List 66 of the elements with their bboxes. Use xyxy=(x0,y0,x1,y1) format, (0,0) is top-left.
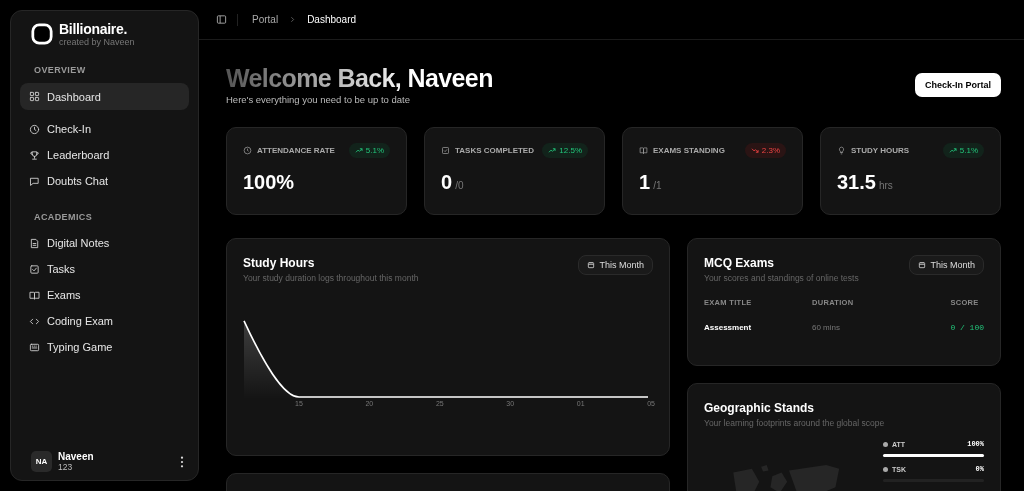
chat-icon xyxy=(29,175,40,187)
card-title: Study Hours xyxy=(243,256,316,270)
card-title: MCQ Exams xyxy=(704,256,776,270)
nav-item[interactable]: Digital Notes xyxy=(20,230,189,256)
stat-value: 0 xyxy=(441,171,453,194)
card-subtitle: Your study duration logs throughout this month xyxy=(243,273,419,283)
trend-badge: 2.3% xyxy=(744,143,786,158)
nav-item[interactable]: Exams xyxy=(20,282,189,308)
month-filter-button[interactable]: This Month xyxy=(578,255,653,275)
stat-value: 31.5 xyxy=(837,171,876,194)
trend-badge: 5.1% xyxy=(348,143,390,158)
breadcrumb-link[interactable]: Portal xyxy=(252,14,279,25)
trophy-icon xyxy=(29,149,40,161)
stat-unit: /0 xyxy=(455,180,464,191)
book-icon xyxy=(639,146,648,155)
section-heading: OVERVIEW xyxy=(33,65,87,75)
more-icon[interactable] xyxy=(180,455,184,468)
grid-icon xyxy=(29,91,40,102)
calendar-icon xyxy=(587,261,596,269)
stat-value: 100% xyxy=(243,171,295,194)
welcome-subtitle: Here's everything you need to be up to date xyxy=(226,94,412,105)
brand-tagline: created by Naveen xyxy=(59,37,135,47)
nav-item[interactable]: Coding Exam xyxy=(20,308,189,334)
clock-icon xyxy=(243,146,252,155)
stat-value: 1 xyxy=(639,171,651,194)
nav-item[interactable]: Tasks xyxy=(20,256,189,282)
stat-label: STUDY HOURS xyxy=(851,146,911,155)
stat-label: EXAMS STANDING xyxy=(653,146,726,155)
bullet-icon xyxy=(883,466,888,472)
user-name: Naveen xyxy=(58,451,95,462)
trend-badge: 12.5% xyxy=(542,143,588,158)
section-heading: ACADEMICS xyxy=(33,212,94,222)
stat-unit: hrs xyxy=(878,180,893,191)
month-filter-button[interactable]: This Month xyxy=(909,255,984,275)
nav-item[interactable]: Check-In xyxy=(20,116,189,142)
sidebar-toggle-icon[interactable] xyxy=(216,14,227,25)
nav-item[interactable]: Doubts Chat xyxy=(20,168,189,194)
nav-item[interactable]: Leaderboard xyxy=(20,142,189,168)
book-icon xyxy=(29,289,40,301)
table-cell-text: Assessment xyxy=(704,323,753,332)
logo-icon xyxy=(31,23,53,45)
table-cell: 0 / 100 xyxy=(950,323,984,332)
trend-badge: 5.1% xyxy=(942,143,984,158)
card-title: Geographic Stands xyxy=(704,401,816,415)
check-in-portal-button[interactable]: Check-In Portal xyxy=(915,72,1001,97)
nav-item[interactable]: Typing Game xyxy=(20,334,189,360)
checkbox-icon xyxy=(441,146,450,155)
card-subtitle: Your scores and standings of online tests xyxy=(704,273,859,283)
chevron-icon xyxy=(288,15,298,24)
card-subtitle: Your learning footprints around the global scope xyxy=(704,418,886,428)
bulb-icon xyxy=(837,146,846,155)
stat-label: TASKS COMPLETED xyxy=(455,146,535,155)
nav-item[interactable]: Dashboard xyxy=(20,83,189,110)
user-id: 123 xyxy=(58,462,74,472)
stat-label: ATTENDANCE RATE xyxy=(257,146,336,155)
document-icon xyxy=(29,237,40,249)
brand-name: Billionaire. xyxy=(59,21,128,37)
breadcrumb-link[interactable]: Dashboard xyxy=(307,14,357,25)
table-cell-text: 60 mins xyxy=(812,323,841,332)
user-avatar: NA xyxy=(31,451,52,472)
calendar-icon xyxy=(918,261,927,269)
clock-icon xyxy=(29,123,40,135)
checkbox-icon xyxy=(29,263,40,275)
bullet-icon xyxy=(883,441,888,447)
keyboard-icon xyxy=(29,341,40,353)
stat-unit: /1 xyxy=(653,180,662,191)
